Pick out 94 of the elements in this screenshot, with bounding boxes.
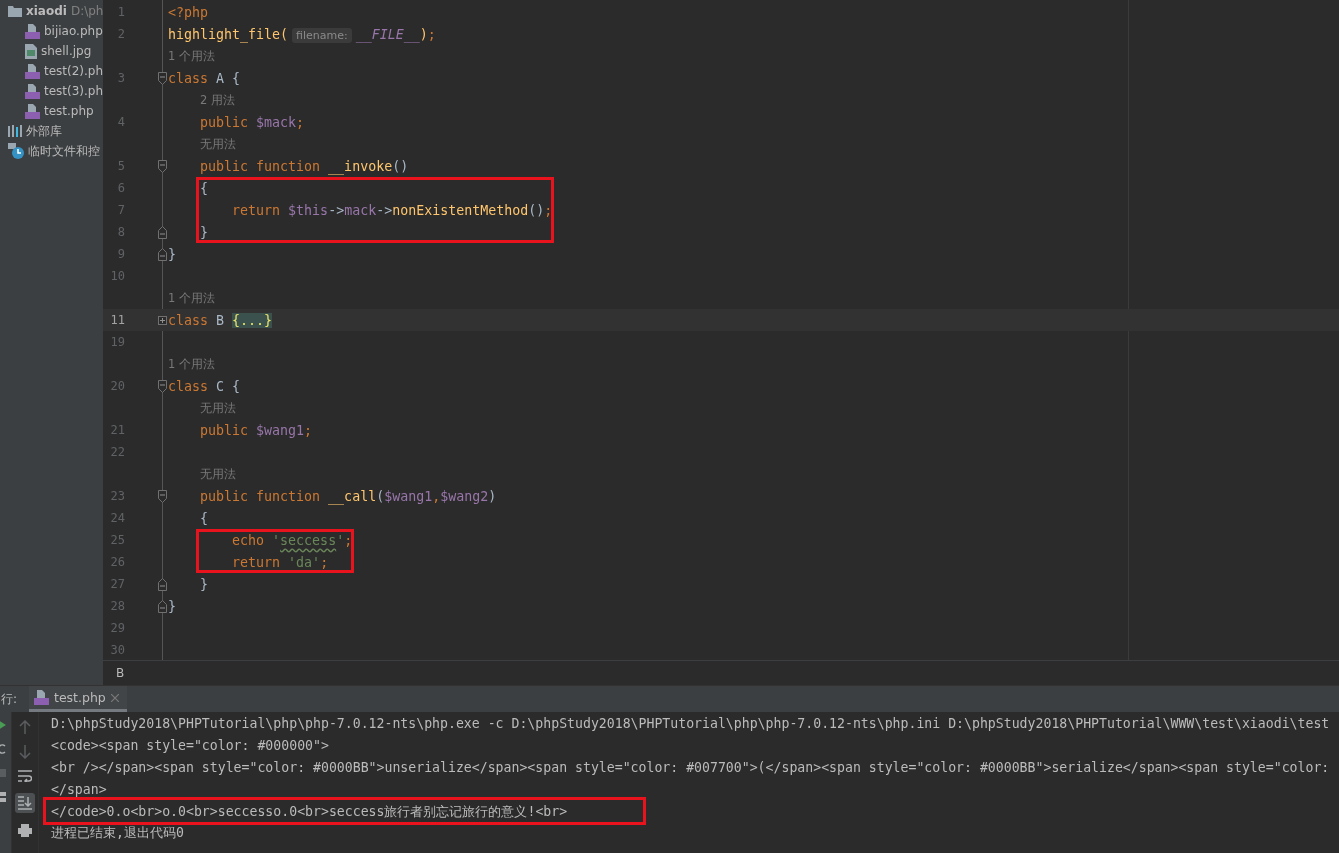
code-line: class B {...}	[168, 312, 273, 328]
scratch-clock-icon	[8, 143, 24, 159]
line-number: 7	[116, 203, 125, 217]
line-number: 20	[109, 379, 125, 393]
console-output-line: D:\phpStudy2018\PHPTutorial\php\php-7.0.12-nts\php.exe -c D:\phpStudy2018\PHPTutorial\php\php-7.0.12-nts\php.ini D:\phpStudy2018\PHPTutorial\WWW\test\xiaodi\test	[51, 715, 1330, 731]
close-icon[interactable]	[110, 693, 119, 702]
line-number: 2	[116, 27, 125, 41]
code-line: }	[199, 576, 209, 592]
line-number: 4	[116, 115, 125, 129]
console-output-line: </span>	[51, 781, 107, 797]
code-line: {	[199, 180, 209, 196]
line-number: 19	[109, 335, 125, 349]
code-line: highlight_file( filename: __FILE__);	[168, 26, 436, 42]
line-number: 1	[116, 5, 125, 19]
file-name[interactable]: test.php	[44, 104, 94, 118]
code-line: public function __call($wang1,$wang2)	[199, 488, 497, 504]
fold-marker-icon[interactable]	[158, 489, 167, 503]
line-number: 6	[116, 181, 125, 195]
usage-hint[interactable]: 无用法	[200, 466, 236, 482]
line-number: 22	[109, 445, 125, 459]
php-file-icon	[25, 103, 40, 119]
code-line: return $this->mack->nonExistentMethod();	[231, 202, 553, 218]
up-arrow-icon[interactable]	[19, 720, 31, 734]
line-number: 25	[109, 533, 125, 547]
line-number: 29	[109, 621, 125, 635]
php-file-icon	[34, 690, 49, 705]
fold-marker-icon[interactable]	[158, 247, 167, 261]
code-line: }	[199, 224, 209, 240]
layout-icon[interactable]	[0, 792, 6, 802]
down-arrow-icon[interactable]	[19, 745, 31, 759]
line-number: 23	[109, 489, 125, 503]
fold-marker-icon[interactable]	[158, 599, 167, 613]
console-output-line: <code><span style="color: #000000">	[51, 737, 329, 753]
usage-hint[interactable]: 1 个用法	[168, 356, 215, 372]
fold-marker-icon[interactable]	[158, 159, 167, 173]
tree-item[interactable]: 外部库	[26, 122, 62, 140]
line-number: 5	[116, 159, 125, 173]
fold-marker-icon[interactable]	[158, 71, 167, 85]
code-line: {	[199, 510, 209, 526]
line-number: 26	[109, 555, 125, 569]
usage-hint[interactable]: 1 个用法	[168, 48, 215, 64]
library-icon	[8, 125, 22, 137]
file-name[interactable]: test(2).ph	[44, 64, 103, 78]
code-line: }	[168, 246, 176, 262]
code-line: echo 'seccess';	[231, 532, 353, 548]
run-tab[interactable]: test.php	[29, 686, 127, 712]
line-number: 9	[116, 247, 125, 261]
line-number: 27	[109, 577, 125, 591]
console-output-line: </code>0.o<br>o.0<br>seccesso.0<br>seccess旅行者别忘记旅行的意义!<br>	[51, 804, 568, 819]
file-name[interactable]: test(3).ph	[44, 84, 103, 98]
print-icon[interactable]	[18, 824, 32, 837]
code-line: public $wang1;	[199, 422, 313, 438]
breadcrumb[interactable]: B	[116, 666, 125, 680]
file-name[interactable]: shell.jpg	[41, 44, 92, 58]
line-number: 28	[109, 599, 125, 613]
code-line: class A {	[168, 70, 241, 86]
stop-icon[interactable]	[0, 768, 6, 778]
code-line: public $mack;	[199, 114, 305, 130]
line-number: 24	[109, 511, 125, 525]
tree-item[interactable]: 临时文件和控	[28, 142, 100, 160]
line-number: 3	[116, 71, 125, 85]
line-number: 10	[109, 269, 125, 283]
line-number: 11	[109, 313, 125, 327]
usage-hint[interactable]: 2 用法	[200, 92, 235, 108]
file-name[interactable]: bijiao.php	[44, 24, 103, 38]
run-icon[interactable]	[0, 720, 6, 730]
image-file-icon	[25, 43, 37, 59]
fold-marker-icon[interactable]	[158, 225, 167, 239]
usage-hint[interactable]: 无用法	[200, 136, 236, 152]
usage-hint[interactable]: 1 个用法	[168, 290, 215, 306]
project-root-name[interactable]: xiaodi	[26, 4, 67, 18]
php-file-icon	[25, 63, 40, 79]
usage-hint[interactable]: 无用法	[200, 400, 236, 416]
soft-wrap-icon[interactable]	[18, 770, 32, 782]
code-line: class C {	[168, 378, 241, 394]
fold-marker-icon[interactable]	[158, 577, 167, 591]
php-file-icon	[25, 23, 40, 39]
project-path: D:\ph	[70, 4, 103, 18]
fold-marker-icon[interactable]	[158, 379, 167, 393]
line-number: 30	[109, 643, 125, 657]
console-output-line: 进程已结束,退出代码0	[51, 824, 184, 842]
folder-icon	[8, 5, 22, 17]
code-line: }	[168, 598, 176, 614]
run-panel-title: 行:	[1, 690, 19, 708]
code-line: public function __invoke()	[199, 158, 409, 174]
code-line: return 'da';	[231, 554, 329, 570]
expand-marker-icon[interactable]	[158, 315, 167, 325]
scroll-to-end-toggle[interactable]	[15, 793, 35, 813]
php-file-icon	[25, 83, 40, 99]
line-number: 21	[109, 423, 125, 437]
rerun-icon[interactable]	[0, 744, 6, 754]
code-line: <?php	[168, 4, 209, 20]
line-number: 8	[116, 225, 125, 239]
console-output-line: <br /></span><span style="color: #0000BB">unserialize</span><span style="color: #007700">(</span><span style="color: #0000BB">serialize</span><span style="color:	[51, 759, 1330, 775]
